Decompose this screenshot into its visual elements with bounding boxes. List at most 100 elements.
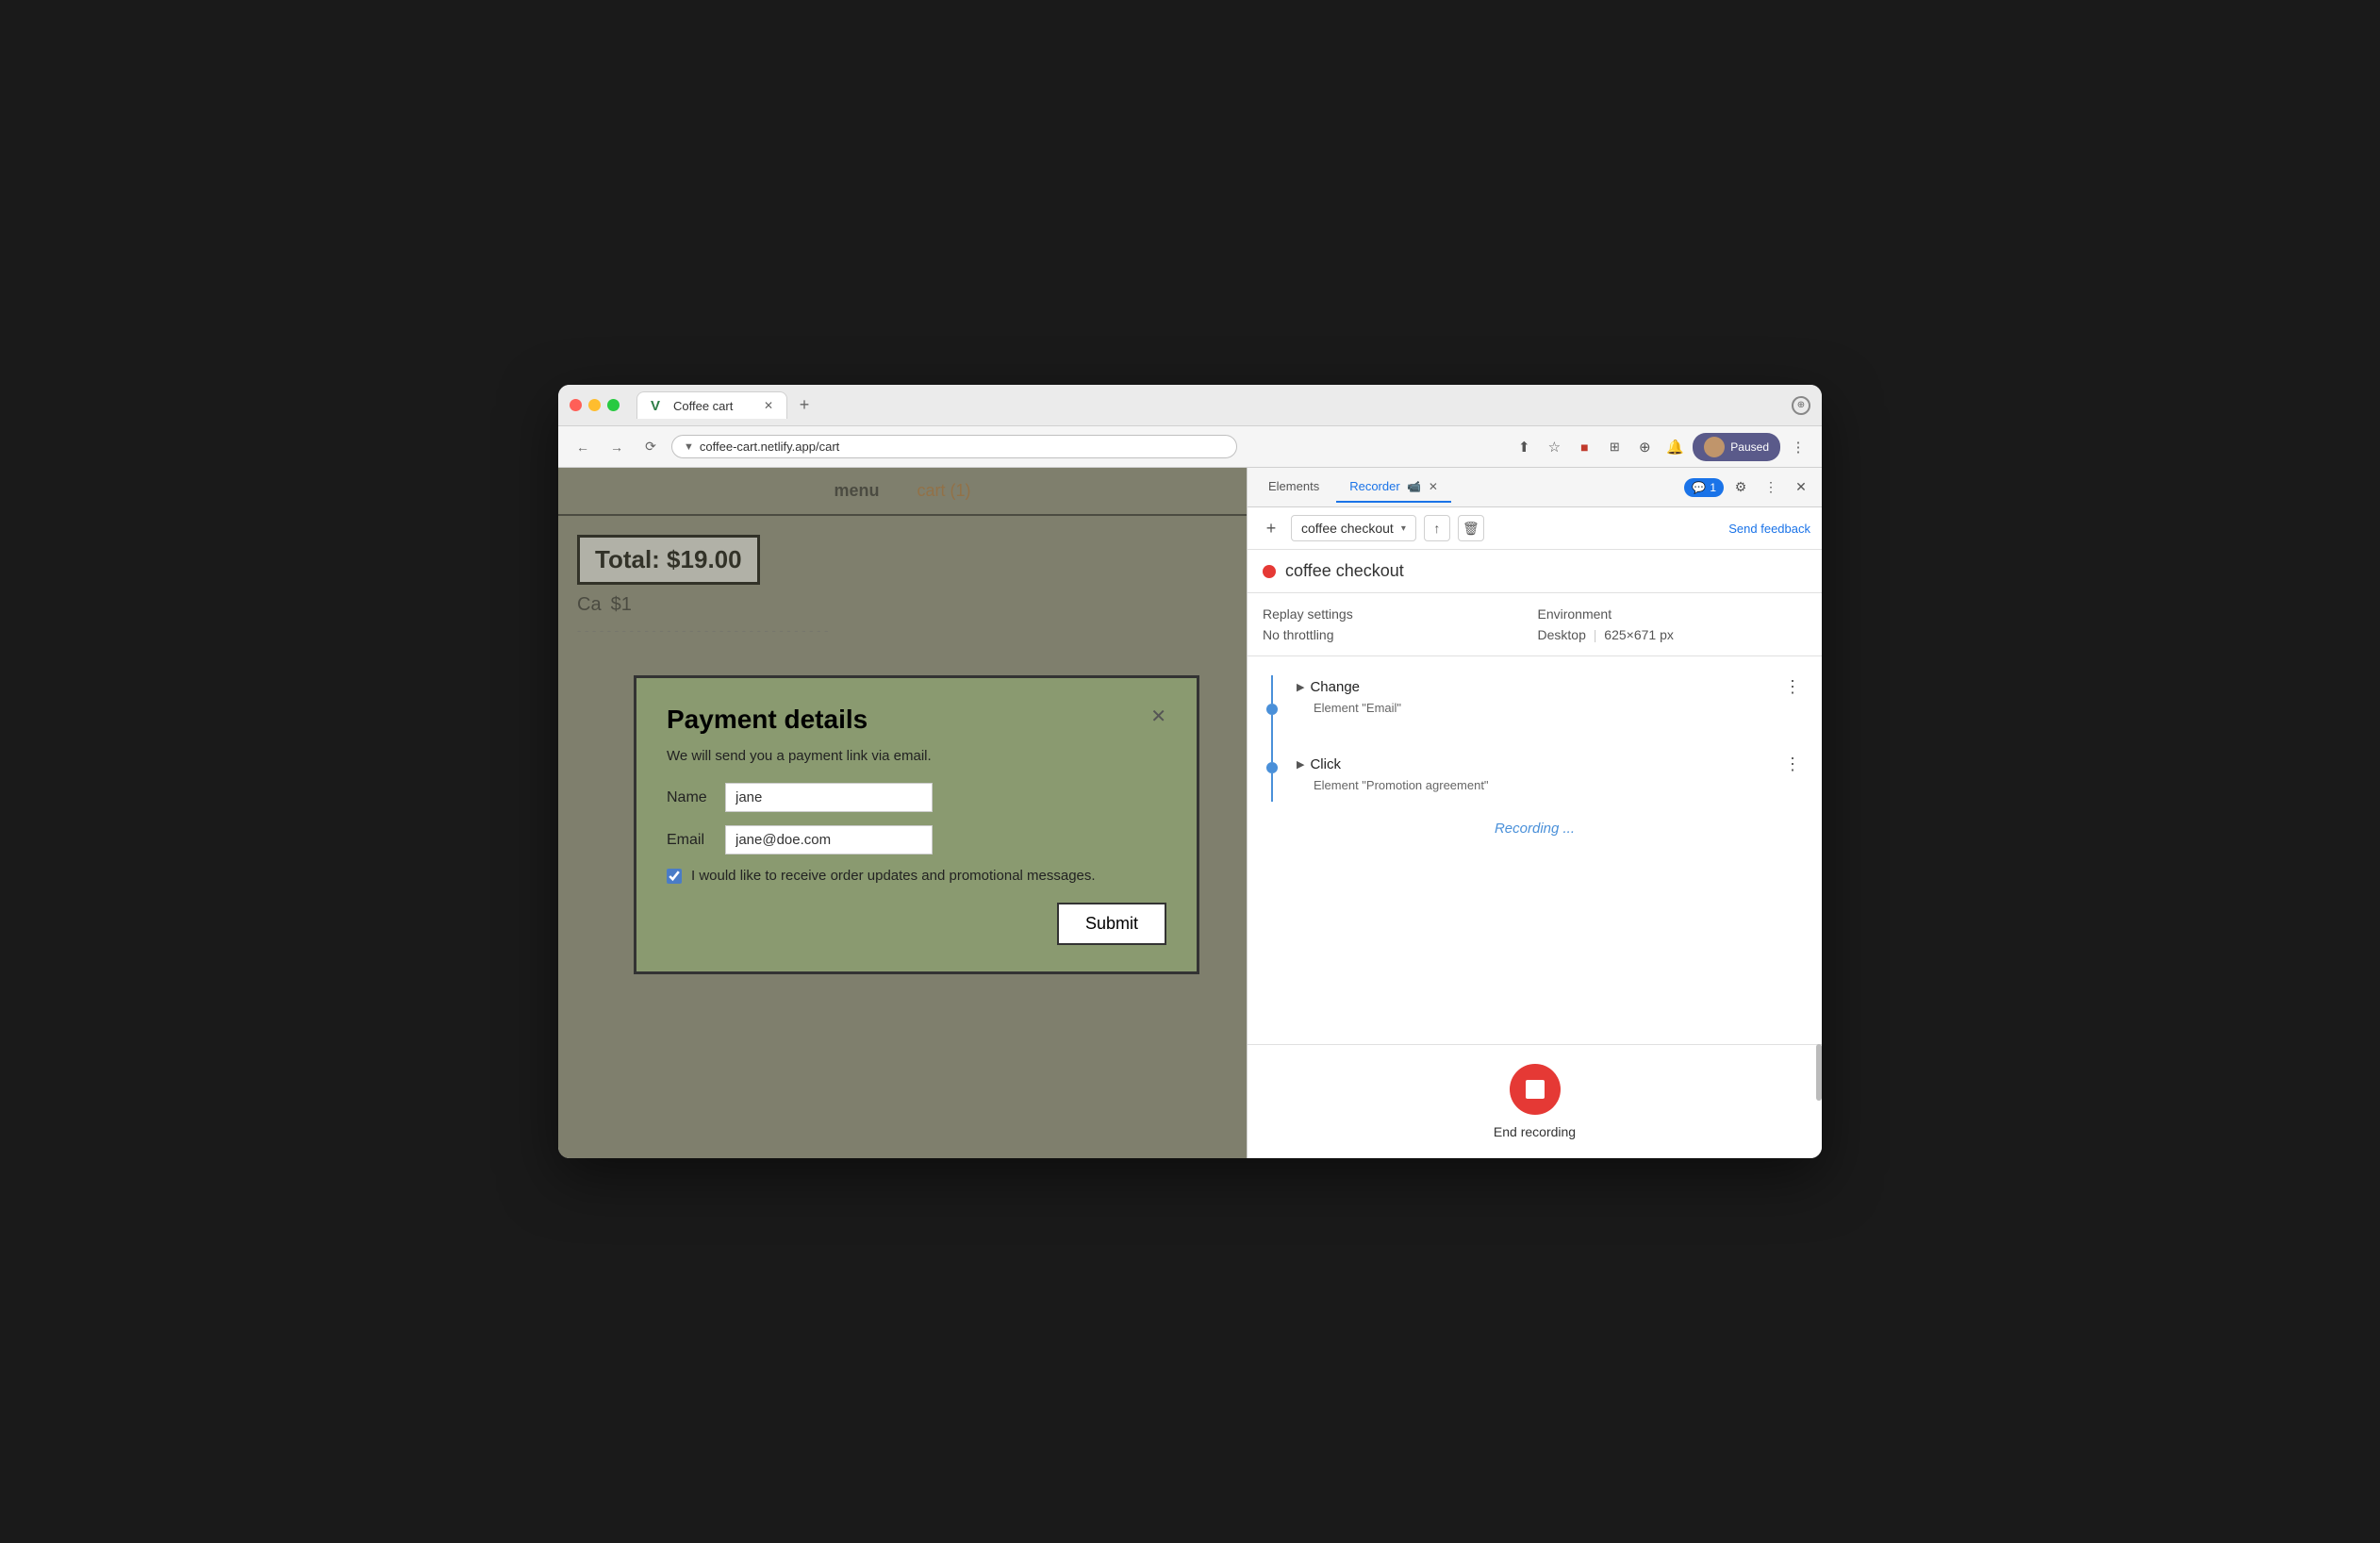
step1-detail: Element "Email" [1297, 701, 1807, 715]
recorder-toolbar: + coffee checkout ▾ ↑ 🗑 Send feedback [1248, 507, 1822, 550]
step1-expand[interactable]: ▶ Change [1297, 679, 1360, 695]
modal-close-button[interactable]: ✕ [1150, 705, 1166, 728]
bookmark-icon[interactable]: ☆ [1542, 435, 1566, 459]
recording-status: Recording ... [1248, 802, 1822, 855]
step1-content: ▶ Change ⋮ Element "Email" [1281, 666, 1807, 743]
modal-title: Payment details [667, 705, 868, 735]
close-traffic-light[interactable] [570, 399, 582, 411]
recorder-upload-button[interactable]: ↑ [1424, 515, 1450, 541]
browser-toolbar: ← → ⟳ ▼ coffee-cart.netlify.app/cart ⬆ ☆… [558, 426, 1822, 468]
devtools-close-button[interactable]: ✕ [1788, 474, 1814, 501]
recorder-add-button[interactable]: + [1259, 516, 1283, 540]
devtools-panel: Elements Recorder 📹 ✕ 💬 1 ⚙ ⋮ ✕ [1247, 468, 1822, 1158]
extension2-icon[interactable]: ⊞ [1602, 435, 1627, 459]
url-text[interactable]: coffee-cart.netlify.app/cart [700, 440, 1225, 454]
name-input[interactable] [725, 783, 933, 812]
recording-status-dot [1263, 565, 1276, 578]
website-panel: menu cart (1) Total: $19.00 Ca $1 - - - … [558, 468, 1247, 1158]
send-feedback-link[interactable]: Send feedback [1728, 522, 1810, 536]
replay-settings: Replay settings Environment No throttlin… [1248, 593, 1822, 656]
step1-connector [1263, 666, 1281, 743]
traffic-lights [570, 399, 620, 411]
maximize-traffic-light[interactable] [607, 399, 620, 411]
step2-more-button[interactable]: ⋮ [1778, 753, 1807, 776]
step1-arrow-icon: ▶ [1297, 681, 1304, 693]
upload-icon: ↑ [1433, 521, 1440, 536]
address-bar[interactable]: ▼ coffee-cart.netlify.app/cart [671, 435, 1237, 458]
step2-detail: Element "Promotion agreement" [1297, 778, 1807, 792]
user-avatar [1704, 437, 1725, 457]
scrollbar-thumb[interactable] [1816, 1044, 1822, 1101]
step2-content: ▶ Click ⋮ Element "Promotion agreement" [1281, 743, 1807, 802]
tab-elements[interactable]: Elements [1255, 472, 1332, 503]
recorder-dropdown-value: coffee checkout [1301, 521, 1394, 536]
chevron-down-icon: ▾ [1401, 523, 1406, 534]
end-recording-button[interactable] [1510, 1064, 1561, 1115]
devtools-more-button[interactable]: ⋮ [1758, 474, 1784, 501]
name-field-row: Name [667, 783, 1166, 812]
minimize-traffic-light[interactable] [588, 399, 601, 411]
promo-checkbox-label: I would like to receive order updates an… [691, 868, 1096, 884]
bell-icon[interactable]: 🔔 [1662, 435, 1687, 459]
forward-button[interactable]: → [603, 434, 630, 460]
promo-checkbox[interactable] [667, 869, 682, 884]
recorder-tab-icon-area: 📹 [1407, 480, 1421, 493]
step1-line-bottom [1271, 715, 1273, 743]
trash-icon: 🗑 [1463, 521, 1479, 537]
step2-expand[interactable]: ▶ Click [1297, 756, 1341, 772]
desktop-resolution-value: Desktop | 625×671 px [1538, 627, 1808, 642]
no-throttling-value: No throttling [1263, 627, 1532, 642]
stop-icon [1526, 1080, 1545, 1099]
step1-header: ▶ Change ⋮ [1297, 675, 1807, 699]
bottom-bar: End recording [1248, 1044, 1822, 1158]
recorder-dropdown[interactable]: coffee checkout ▾ [1291, 515, 1416, 541]
tab-favicon-icon: V [651, 398, 666, 413]
tab-bar: V Coffee cart ✕ + [636, 391, 1784, 419]
new-tab-button[interactable]: + [791, 392, 818, 419]
tab-title: Coffee cart [673, 399, 733, 413]
browser-menu-icon[interactable]: ⊕ [1792, 396, 1810, 415]
steps-area: ▶ Change ⋮ Element "Email" [1248, 656, 1822, 1044]
recording-name: coffee checkout [1285, 561, 1404, 581]
paused-button[interactable]: Paused [1693, 433, 1780, 461]
chat-icon: 💬 [1692, 481, 1706, 494]
back-button[interactable]: ← [570, 434, 596, 460]
browser-window: V Coffee cart ✕ + ⊕ ← → ⟳ ▼ coffee-cart.… [558, 385, 1822, 1158]
step2-type: Click [1310, 756, 1341, 772]
email-input[interactable] [725, 825, 933, 854]
share-icon[interactable]: ⬆ [1512, 435, 1536, 459]
recorder-tab-label: Recorder [1349, 479, 1399, 493]
step2-line-bottom [1271, 773, 1273, 802]
toolbar-actions: ⬆ ☆ ■ ⊞ ⊕ 🔔 Paused ⋮ [1512, 433, 1810, 461]
replay-settings-label: Replay settings [1263, 606, 1532, 622]
chat-badge[interactable]: 💬 1 [1684, 478, 1724, 497]
devtools-settings-button[interactable]: ⚙ [1727, 474, 1754, 501]
puzzle-icon[interactable]: ⊕ [1632, 435, 1657, 459]
reload-button[interactable]: ⟳ [637, 434, 664, 460]
paused-label: Paused [1730, 440, 1769, 454]
step1-more-button[interactable]: ⋮ [1778, 675, 1807, 699]
payment-modal: Payment details ✕ We will send you a pay… [634, 675, 1199, 974]
recorder-tab-close-icon[interactable]: ✕ [1429, 480, 1438, 493]
submit-button[interactable]: Submit [1057, 903, 1166, 945]
step1-container: ▶ Change ⋮ Element "Email" [1248, 666, 1822, 743]
modal-header: Payment details ✕ [667, 705, 1166, 735]
tab-recorder[interactable]: Recorder 📹 ✕ [1336, 472, 1451, 503]
step1-line-top [1271, 675, 1273, 704]
lock-icon: ▼ [684, 441, 694, 453]
step2-container: ▶ Click ⋮ Element "Promotion agreement" [1248, 743, 1822, 802]
tab-close-button[interactable]: ✕ [764, 399, 773, 412]
step2-line-top [1271, 743, 1273, 762]
step2-arrow-icon: ▶ [1297, 758, 1304, 771]
environment-label: Environment [1538, 606, 1808, 622]
email-field-row: Email [667, 825, 1166, 854]
step1-type: Change [1310, 679, 1360, 695]
main-content: menu cart (1) Total: $19.00 Ca $1 - - - … [558, 468, 1822, 1158]
chrome-menu-icon[interactable]: ⋮ [1786, 435, 1810, 459]
chat-count: 1 [1710, 481, 1716, 494]
devtools-tabs: Elements Recorder 📹 ✕ 💬 1 ⚙ ⋮ ✕ [1248, 468, 1822, 507]
browser-tab[interactable]: V Coffee cart ✕ [636, 391, 787, 419]
recorder-delete-button[interactable]: 🗑 [1458, 515, 1484, 541]
extension-icon[interactable]: ■ [1572, 435, 1596, 459]
modal-subtitle: We will send you a payment link via emai… [667, 748, 1166, 764]
